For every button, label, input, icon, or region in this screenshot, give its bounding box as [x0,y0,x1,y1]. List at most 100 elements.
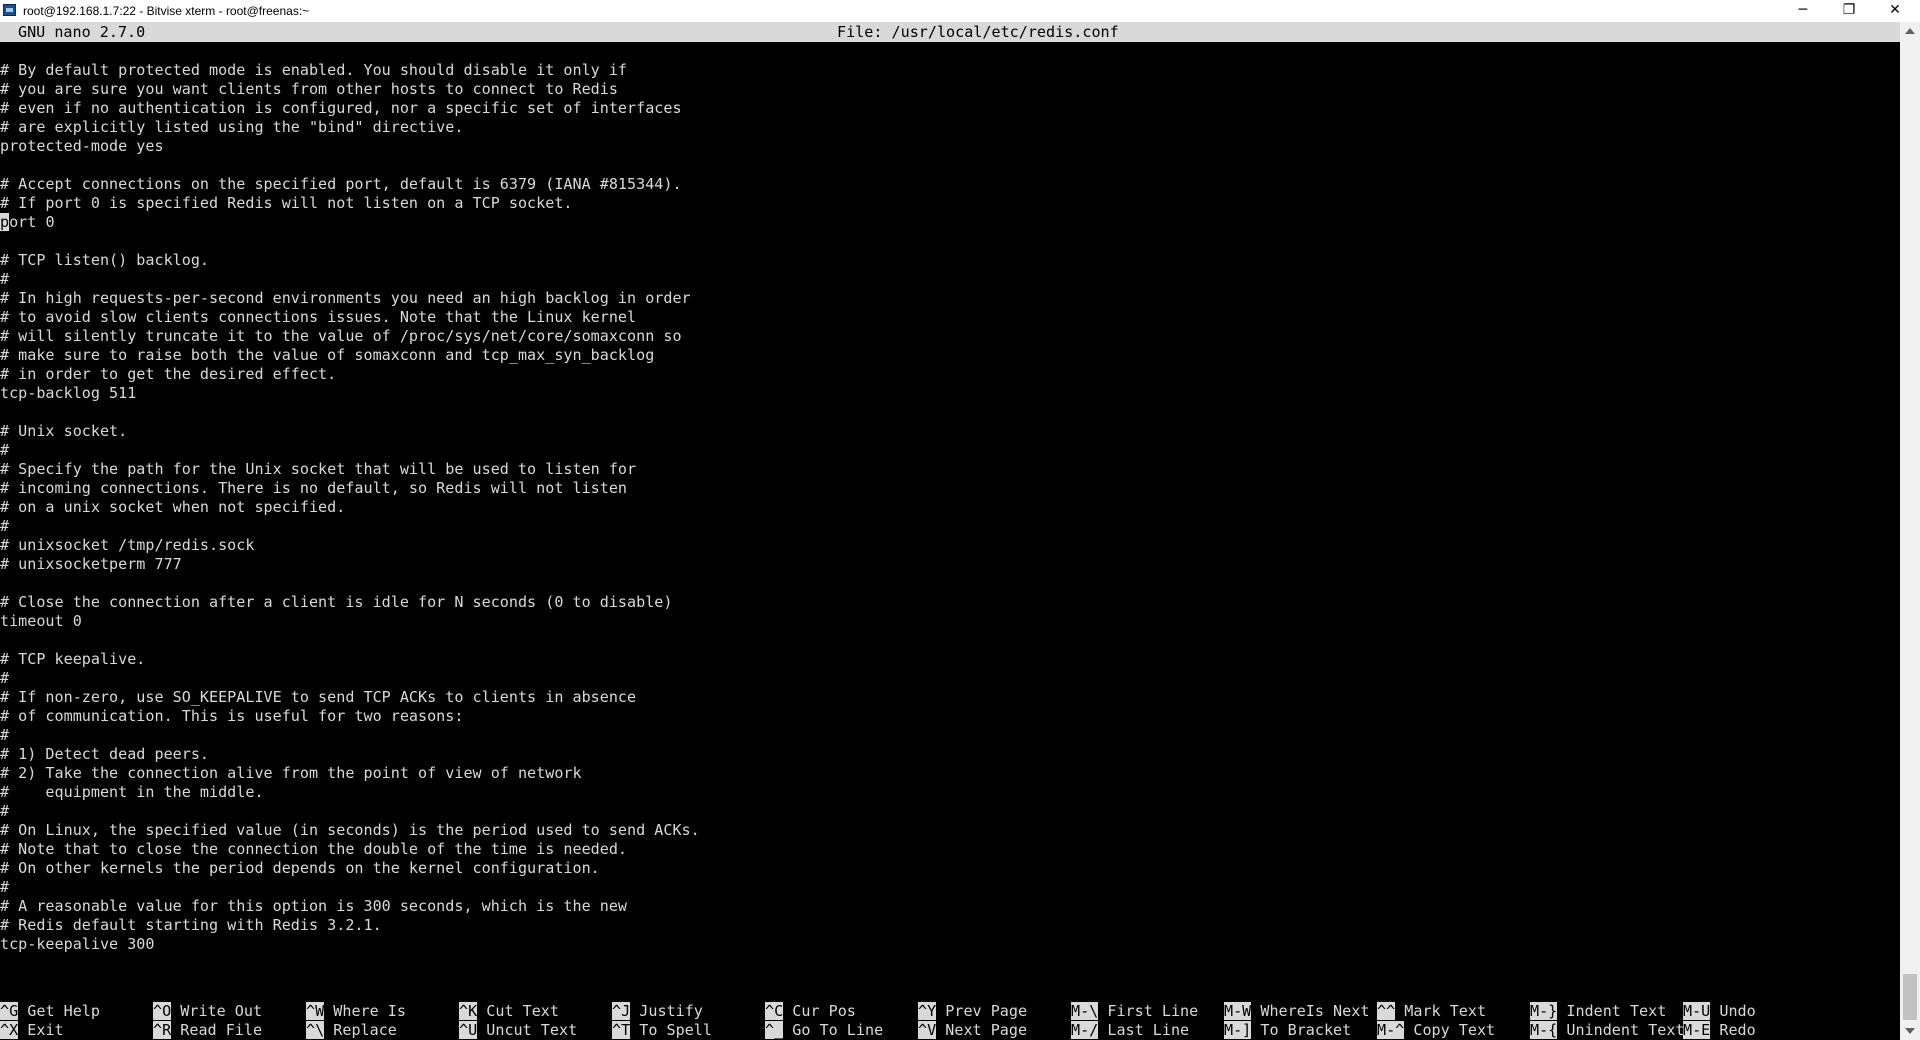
editor-line[interactable] [0,156,1900,175]
shortcut-item[interactable]: ^O Write Out [153,1002,262,1021]
editor-line-text: ort 0 [9,213,55,231]
editor-line[interactable]: # [0,669,1900,688]
shortcut-item[interactable]: ^R Read File [153,1021,262,1040]
minimize-button[interactable]: ─ [1780,0,1826,22]
shortcut-label: Unindent Text [1566,1021,1685,1039]
editor-line[interactable]: # 2) Take the connection alive from the … [0,764,1900,783]
editor-line[interactable]: # Accept connections on the specified po… [0,175,1900,194]
editor-line[interactable]: # [0,726,1900,745]
shortcut-key: M-U [1683,1002,1711,1020]
editor-line[interactable]: # are explicitly listed using the "bind"… [0,118,1900,137]
editor-line[interactable]: # On Linux, the specified value (in seco… [0,821,1900,840]
editor-line[interactable]: tcp-backlog 511 [0,384,1900,403]
shortcut-label: Go To Line [792,1021,884,1039]
editor-line[interactable]: # Unix socket. [0,422,1900,441]
editor-line[interactable] [0,403,1900,422]
editor-line[interactable]: # you are sure you want clients from oth… [0,80,1900,99]
scroll-up-arrow-icon[interactable] [1905,28,1915,34]
shortcut-item[interactable]: ^^ Mark Text [1377,1002,1486,1021]
shortcut-key: ^U [459,1021,478,1039]
editor-line[interactable]: # [0,878,1900,897]
shortcut-item[interactable]: ^X Exit [0,1021,64,1040]
shortcut-label: Mark Text [1404,1002,1487,1020]
shortcut-item[interactable]: ^T To Spell [612,1021,712,1040]
shortcut-item[interactable]: ^G Get Help [0,1002,100,1021]
editor-line[interactable]: # Close the connection after a client is… [0,593,1900,612]
shortcut-item[interactable]: ^V Next Page [918,1021,1027,1040]
shortcut-item[interactable]: ^_ Go To Line [765,1021,883,1040]
editor-line[interactable] [0,631,1900,650]
editor-line[interactable]: # incoming connections. There is no defa… [0,479,1900,498]
shortcut-key: ^\ [306,1021,325,1039]
shortcut-label: To Spell [639,1021,712,1039]
editor-line[interactable]: # By default protected mode is enabled. … [0,61,1900,80]
editor-line[interactable]: tcp-keepalive 300 [0,935,1900,954]
editor-line[interactable]: # TCP listen() backlog. [0,251,1900,270]
shortcut-key: M-\ [1071,1002,1099,1020]
scroll-down-arrow-icon[interactable] [1905,1028,1915,1034]
editor-line[interactable]: # If port 0 is specified Redis will not … [0,194,1900,213]
window-titlebar[interactable]: root@192.168.1.7:22 - Bitvise xterm - ro… [0,0,1920,22]
shortcut-item[interactable]: M-E Redo [1683,1021,1756,1040]
shortcut-item[interactable]: ^J Justify [612,1002,703,1021]
editor-line[interactable]: # [0,441,1900,460]
editor-line[interactable]: # of communication. This is useful for t… [0,707,1900,726]
shortcut-item[interactable]: M-{ Unindent Text [1530,1021,1685,1040]
editor-line[interactable]: # On other kernels the period depends on… [0,859,1900,878]
shortcut-item[interactable]: M-/ Last Line [1071,1021,1189,1040]
editor-line[interactable]: # If non-zero, use SO_KEEPALIVE to send … [0,688,1900,707]
editor-line[interactable]: # make sure to raise both the value of s… [0,346,1900,365]
editor-line[interactable]: # TCP keepalive. [0,650,1900,669]
editor-line[interactable]: timeout 0 [0,612,1900,631]
editor-line[interactable]: # A reasonable value for this option is … [0,897,1900,916]
vertical-scrollbar[interactable] [1900,22,1920,1040]
editor-line[interactable]: # on a unix socket when not specified. [0,498,1900,517]
editor-line[interactable]: # in order to get the desired effect. [0,365,1900,384]
editor-line[interactable]: # equipment in the middle. [0,783,1900,802]
editor-line[interactable]: # will silently truncate it to the value… [0,327,1900,346]
shortcut-label: Indent Text [1566,1002,1667,1020]
editor-line[interactable]: # Note that to close the connection the … [0,840,1900,859]
editor-line[interactable]: # [0,802,1900,821]
shortcut-label: WhereIs Next [1260,1002,1370,1020]
shortcut-item[interactable]: M-W WhereIs Next [1224,1002,1369,1021]
editor-line[interactable] [0,574,1900,593]
close-button[interactable]: ✕ [1872,0,1918,22]
nano-file-name: File: /usr/local/etc/redis.conf [837,23,1119,41]
shortcut-item[interactable]: M-\ First Line [1071,1002,1198,1021]
scroll-thumb[interactable] [1903,974,1917,1020]
shortcut-key: M-/ [1071,1021,1099,1039]
editor-line[interactable]: # [0,517,1900,536]
shortcut-item[interactable]: ^U Uncut Text [459,1021,577,1040]
editor-line[interactable]: # even if no authentication is configure… [0,99,1900,118]
shortcut-item[interactable]: M-} Indent Text [1530,1002,1666,1021]
editor-line[interactable] [0,232,1900,251]
editor-line[interactable]: # unixsocketperm 777 [0,555,1900,574]
editor-line[interactable]: # unixsocket /tmp/redis.sock [0,536,1900,555]
terminal-area[interactable]: GNU nano 2.7.0 File: /usr/local/etc/redi… [0,22,1900,1040]
shortcut-label: Cur Pos [792,1002,856,1020]
editor-line[interactable]: # Specify the path for the Unix socket t… [0,460,1900,479]
editor-line[interactable]: # 1) Detect dead peers. [0,745,1900,764]
shortcut-key: ^X [0,1021,19,1039]
shortcut-item[interactable]: ^C Cur Pos [765,1002,856,1021]
shortcut-label: Get Help [27,1002,100,1020]
editor-line[interactable] [0,42,1900,61]
shortcut-item[interactable]: ^Y Prev Page [918,1002,1027,1021]
shortcut-item[interactable]: ^\ Replace [306,1021,397,1040]
shortcut-item[interactable]: ^K Cut Text [459,1002,559,1021]
editor-line[interactable]: # to avoid slow clients connections issu… [0,308,1900,327]
editor-line[interactable]: # In high requests-per-second environmen… [0,289,1900,308]
shortcut-label: Undo [1719,1002,1756,1020]
shortcut-item[interactable]: M-] To Bracket [1224,1021,1351,1040]
editor-line[interactable]: protected-mode yes [0,137,1900,156]
editor-line[interactable]: port 0 [0,213,1900,232]
editor-line[interactable]: # [0,270,1900,289]
editor-line[interactable]: # Redis default starting with Redis 3.2.… [0,916,1900,935]
shortcut-item[interactable]: M-^ Copy Text [1377,1021,1495,1040]
text-cursor: p [0,213,10,231]
shortcut-key: M-W [1224,1002,1252,1020]
shortcut-item[interactable]: M-U Undo [1683,1002,1756,1021]
restore-button[interactable]: ❐ [1826,0,1872,22]
shortcut-item[interactable]: ^W Where Is [306,1002,406,1021]
